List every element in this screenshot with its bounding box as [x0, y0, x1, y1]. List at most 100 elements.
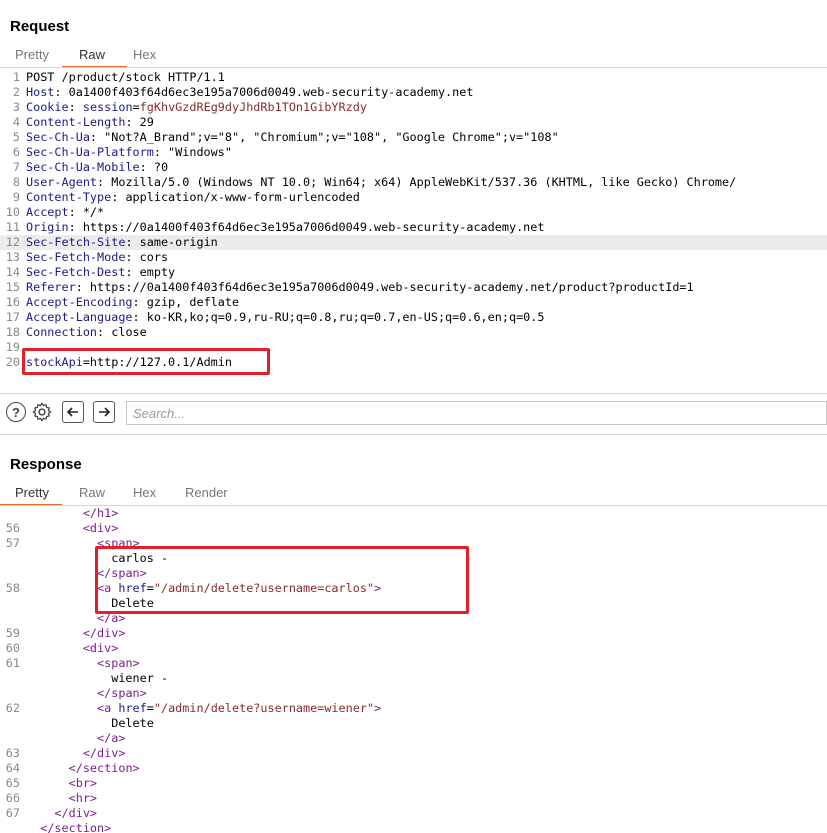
code-token: Origin [26, 220, 69, 234]
code-token: fgKhvGzdREg9dyJhdRb1TOn1GibYRzdy [139, 100, 367, 114]
line-text: </section> [26, 821, 111, 833]
code-line: 65 <br> [0, 776, 827, 791]
code-token: : close [97, 325, 147, 339]
code-token: Connection [26, 325, 98, 339]
code-line: 10 Accept: */* [0, 205, 827, 220]
help-icon[interactable]: ? [6, 402, 26, 422]
code-line: 17 Accept-Language: ko-KR,ko;q=0.9,ru-RU;… [0, 310, 827, 325]
line-number: 67 [5, 806, 20, 820]
line-number: 14 [5, 265, 20, 279]
line-number: 4 [12, 115, 20, 129]
code-token: Accept-Encoding [26, 295, 133, 309]
line-text: Accept-Encoding: gzip, deflate [26, 295, 239, 310]
tab-request-pretty[interactable]: Pretty [15, 47, 49, 62]
line-text: Host: 0a1400f403f64d6ec3e195a7006d0049.w… [26, 85, 473, 100]
forward-arrow-icon[interactable] [93, 401, 115, 423]
code-token: : cors [125, 250, 169, 264]
code-line: 64 </section> [0, 761, 827, 776]
code-token: : application/x-www-form-urlencoded [111, 190, 360, 204]
code-token: Content-Type [26, 190, 112, 204]
code-line: 7 Sec-Ch-Ua-Mobile: ?0 [0, 160, 827, 175]
line-text: Sec-Fetch-Dest: empty [26, 265, 175, 280]
tab-request-hex[interactable]: Hex [133, 47, 156, 62]
code-line: 4 Content-Length: 29 [0, 115, 827, 130]
code-token: </h1> [82, 506, 119, 520]
code-token: : ?0 [139, 160, 169, 174]
code-token: Host [26, 85, 55, 99]
back-arrow-icon[interactable] [62, 401, 84, 423]
code-token: : 0a1400f403f64d6ec3e195a7006d0049.web-s… [54, 85, 474, 99]
code-token: href [118, 701, 147, 715]
line-number: 64 [5, 761, 20, 775]
code-token: <hr> [68, 791, 98, 805]
code-line: 18 Connection: close [0, 325, 827, 340]
tab-response-hex[interactable]: Hex [133, 485, 156, 500]
code-line: 60 <div> [0, 641, 827, 656]
code-token: Sec-Ch-Ua [26, 130, 90, 144]
line-number: 1 [12, 70, 20, 84]
code-line: 66 <hr> [0, 791, 827, 806]
code-line: 6 Sec-Ch-Ua-Platform: "Windows" [0, 145, 827, 160]
line-text: <br> [26, 776, 97, 791]
tab-response-render[interactable]: Render [185, 485, 228, 500]
line-text: </div> [26, 806, 97, 821]
line-number: 11 [5, 220, 20, 234]
code-token: : gzip, deflate [132, 295, 240, 309]
code-line: 3 Cookie: session=fgKhvGzdREg9dyJhdRb1TOn… [0, 100, 827, 115]
code-line: 62 <a href="/admin/delete?username=wiene… [0, 701, 827, 716]
code-line: </a> [0, 731, 827, 746]
code-token: > [374, 701, 382, 715]
tab-response-pretty[interactable]: Pretty [15, 485, 49, 500]
code-line: 67 </div> [0, 806, 827, 821]
code-token: POST /product/stock HTTP/1.1 [26, 70, 225, 84]
code-line: 59 </div> [0, 626, 827, 641]
line-text: </h1> [26, 506, 119, 521]
code-token: </div> [82, 746, 126, 760]
code-line: 15 Referer: https://0a1400f403f64d6ec3e19… [0, 280, 827, 295]
code-token: = [132, 100, 140, 114]
code-token: : https://0a1400f403f64d6ec3e195a7006d00… [68, 220, 545, 234]
line-number: 7 [12, 160, 20, 174]
line-text: POST /product/stock HTTP/1.1 [26, 70, 225, 85]
tab-request-raw[interactable]: Raw [79, 47, 105, 62]
code-token: Accept-Language [26, 310, 133, 324]
code-token: Sec-Fetch-Mode [26, 250, 126, 264]
code-line: 5 Sec-Ch-Ua: "Not?A_Brand";v="8", "Chromi… [0, 130, 827, 145]
line-number: 57 [5, 536, 20, 550]
code-token: <br> [68, 776, 98, 790]
line-number: 6 [12, 145, 20, 159]
line-text: Connection: close [26, 325, 147, 340]
code-line: 1 POST /product/stock HTTP/1.1 [0, 70, 827, 85]
tab-response-raw[interactable]: Raw [79, 485, 105, 500]
code-token: : Mozilla/5.0 (Windows NT 10.0; Win64; x… [97, 175, 737, 189]
code-token: : "Windows" [153, 145, 232, 159]
line-text: Sec-Ch-Ua-Platform: "Windows" [26, 145, 232, 160]
request-editor[interactable]: 1 POST /product/stock HTTP/1.1 2 Host: 0a14… [0, 70, 827, 392]
line-text: User-Agent: Mozilla/5.0 (Windows NT 10.0… [26, 175, 736, 190]
code-line: 12 Sec-Fetch-Site: same-origin [0, 235, 827, 250]
code-line: </h1> [0, 506, 827, 521]
line-text: </span> [26, 686, 147, 701]
code-token: </div> [54, 806, 98, 820]
code-token: Delete [26, 716, 154, 730]
request-tabs-divider [0, 67, 827, 68]
code-token: wiener - [26, 671, 169, 685]
line-number: 12 [5, 235, 20, 249]
line-number: 19 [5, 340, 20, 354]
code-token: : */* [68, 205, 105, 219]
code-line: 16 Accept-Encoding: gzip, deflate [0, 295, 827, 310]
highlight-box-stockapi [22, 348, 270, 375]
line-text: <div> [26, 521, 119, 536]
code-token: Referer [26, 280, 76, 294]
gear-icon[interactable] [30, 400, 54, 424]
code-token: User-Agent [26, 175, 98, 189]
line-number: 5 [12, 130, 20, 144]
code-token: "/admin/delete?username=wiener" [153, 701, 375, 715]
search-input[interactable] [126, 401, 827, 425]
